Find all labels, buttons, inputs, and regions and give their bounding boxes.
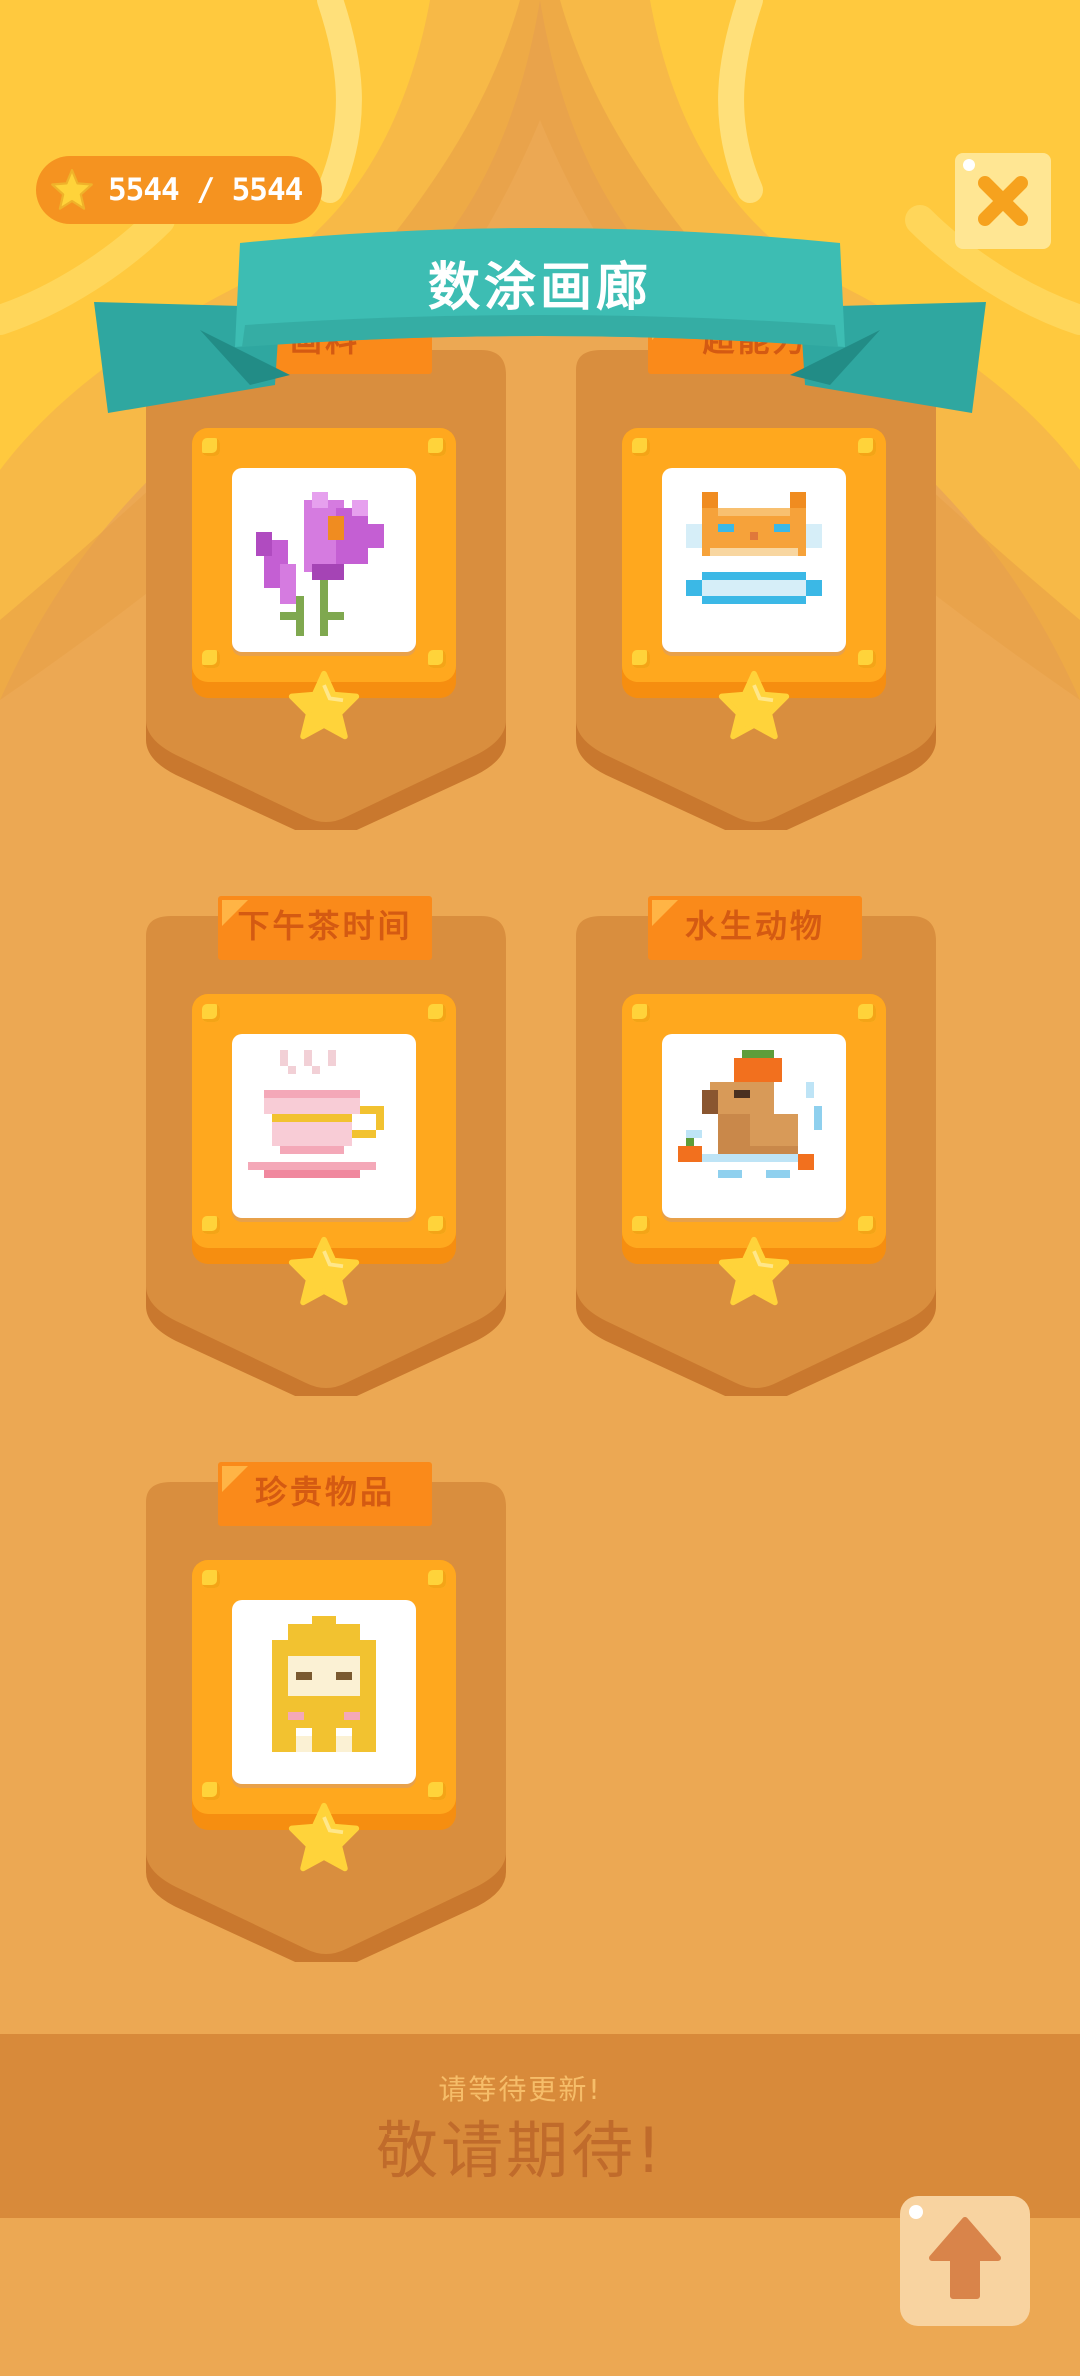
- star-badge-icon: [288, 1802, 360, 1872]
- category-label: 珍贵物品: [254, 1473, 395, 1511]
- star-icon: [51, 169, 93, 210]
- category-tag: 珍贵物品: [218, 1462, 432, 1526]
- star-badge-icon: [288, 670, 360, 740]
- coming-soon-title: 敬请期待!: [376, 2114, 664, 2187]
- scroll-to-top-button[interactable]: [900, 2196, 1030, 2326]
- category-card-afternoon-tea[interactable]: 下午茶时间: [146, 896, 506, 1396]
- category-tag: 下午茶时间: [218, 896, 432, 960]
- capybara-thumbnail: [662, 1034, 846, 1218]
- category-card-precious-items[interactable]: 珍贵物品: [146, 1462, 506, 1962]
- cat-thumbnail: [662, 468, 846, 652]
- category-label: 下午茶时间: [237, 907, 413, 945]
- page-title: 数涂画廊: [427, 258, 652, 318]
- category-label: 水生动物: [684, 907, 825, 945]
- arrow-up-icon: [909, 2205, 1001, 2299]
- figure-thumbnail: [232, 1600, 416, 1784]
- star-badge-icon: [718, 670, 790, 740]
- flowers-thumbnail: [232, 468, 416, 652]
- teacup-thumbnail: [232, 1034, 416, 1218]
- category-card-aquatic-animals[interactable]: 水生动物: [576, 896, 936, 1396]
- star-count-label: 5544 / 5544: [108, 172, 303, 208]
- star-badge-icon: [718, 1236, 790, 1306]
- category-tag: 水生动物: [648, 896, 862, 960]
- star-badge-icon: [288, 1236, 360, 1306]
- star-counter: 5544 / 5544: [36, 156, 322, 224]
